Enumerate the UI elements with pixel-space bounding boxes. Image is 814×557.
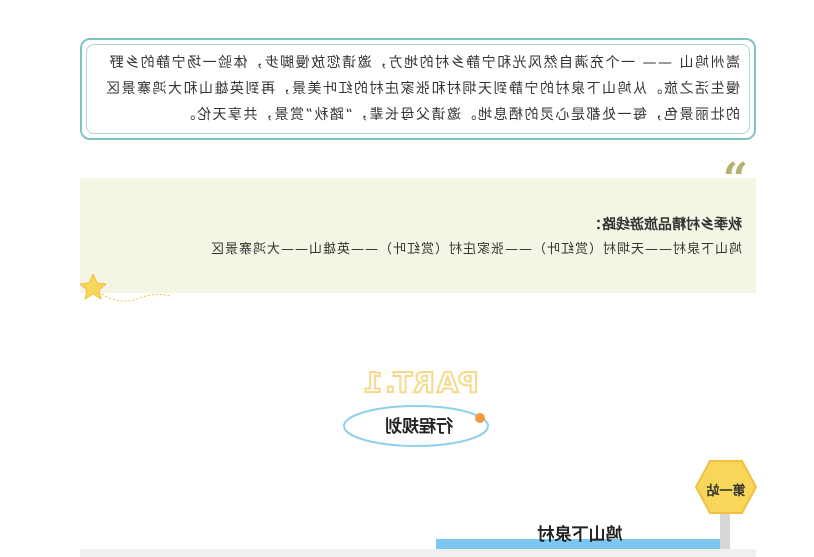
station-label: 第一站 xyxy=(706,484,746,499)
route-box: 秋季乡村精品旅游线路： 鸠山下泉村——天垌村（赏红叶）——张家庄村（赏红叶）——… xyxy=(80,178,756,293)
content-strip xyxy=(80,549,756,557)
part-label: PART.1 xyxy=(361,365,480,400)
location-name: 鸠山下泉村 xyxy=(537,525,623,545)
intro-frame: 嵩州鸠山 —— 一个充满自然风光和宁静乡村的地方，邀请您放慢脚步，体验一场宁静的… xyxy=(80,38,756,140)
route-title: 秋季乡村精品旅游线路： xyxy=(588,217,742,233)
route-path: 鸠山下泉村——天垌村（赏红叶）——张家庄村（赏红叶）——英雄山——大鸿寨景区 xyxy=(209,242,742,257)
quote-mark-icon: “ xyxy=(722,154,748,205)
intro-text: 嵩州鸠山 —— 一个充满自然风光和宁静乡村的地方，邀请您放慢脚步，体验一场宁静的… xyxy=(104,55,741,123)
dashed-decoration xyxy=(101,293,171,302)
part-title: 行程规划 xyxy=(385,417,453,437)
